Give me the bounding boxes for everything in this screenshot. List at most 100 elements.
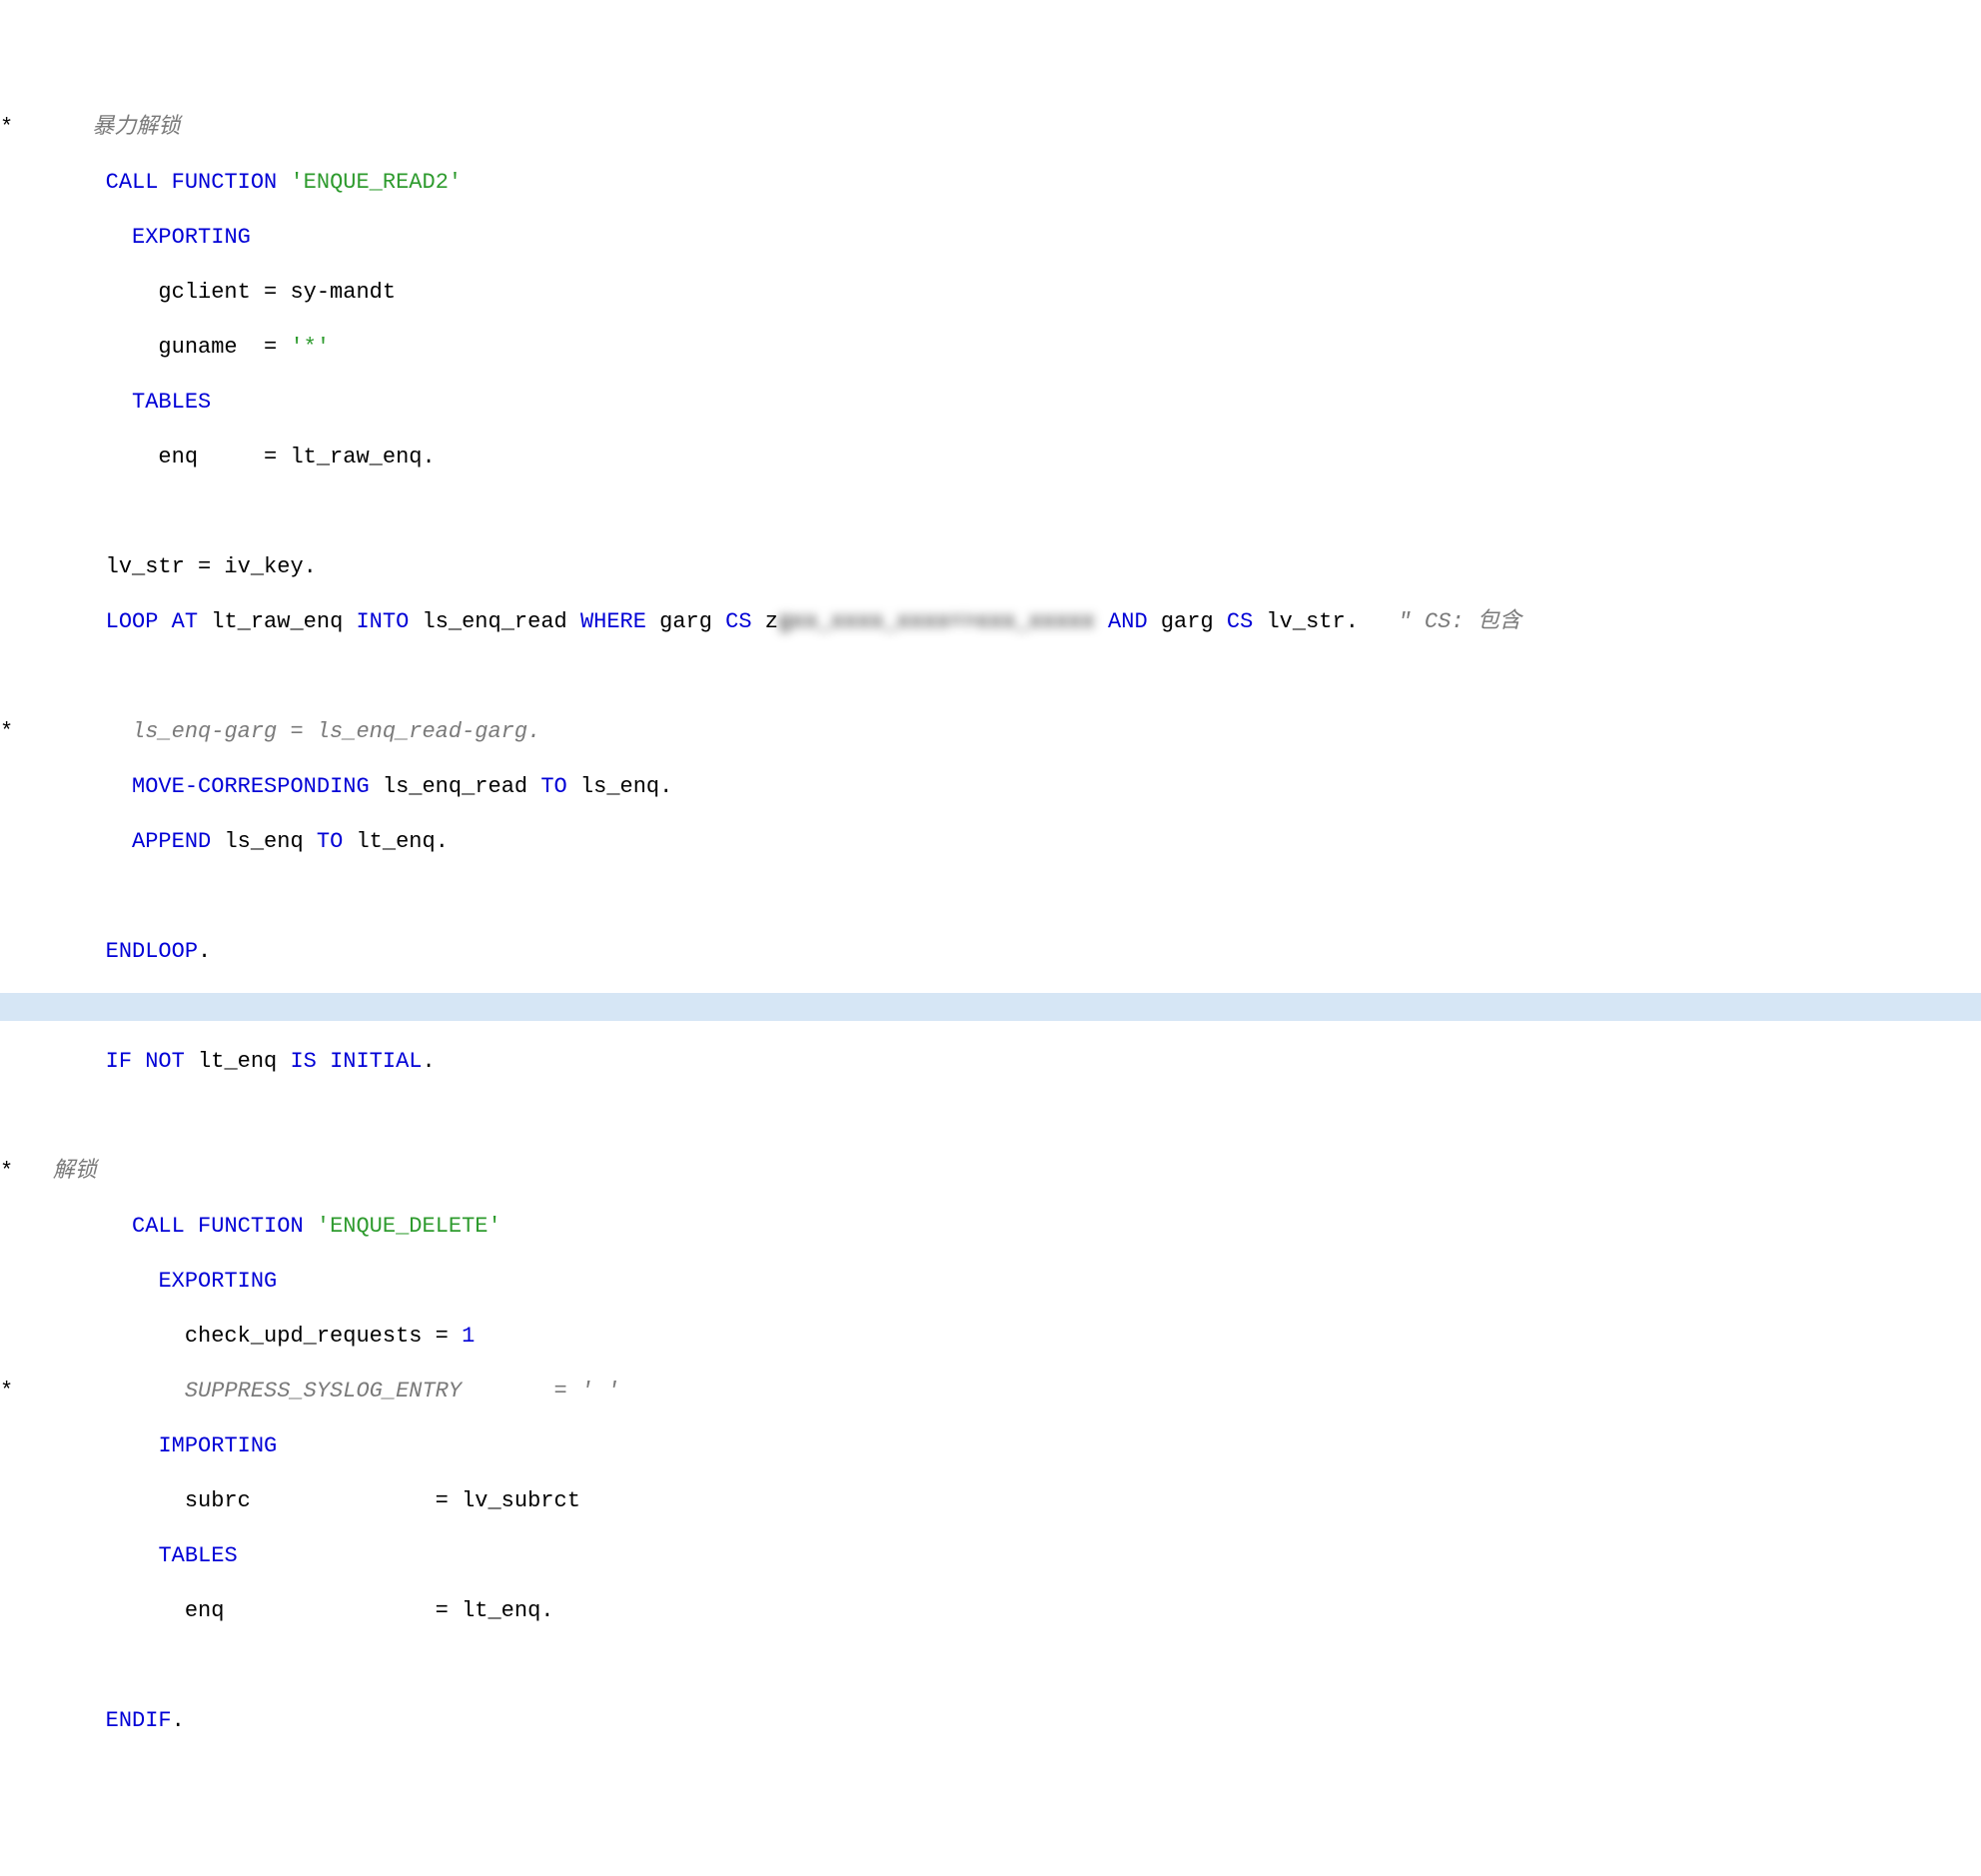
comment-text: SUPPRESS_SYSLOG_ENTRY = ' ' bbox=[13, 1379, 619, 1404]
code-text: ls_enq bbox=[211, 829, 317, 854]
redacted-code: gxx_xxxx_xxxx=>xxx_xxxxx bbox=[778, 609, 1095, 634]
comment-text: ls_enq-garg = ls_enq_read-garg. bbox=[13, 719, 540, 744]
keyword: IF NOT bbox=[106, 1049, 185, 1074]
code-line: guname = '*' bbox=[0, 334, 1981, 362]
number-literal: 1 bbox=[462, 1324, 475, 1349]
code-line bbox=[0, 883, 1981, 911]
indent bbox=[0, 170, 106, 195]
code-text: lt_enq. bbox=[343, 829, 449, 854]
keyword: TO bbox=[317, 829, 343, 854]
code-line: * 解锁 bbox=[0, 1158, 1981, 1186]
keyword: IS INITIAL bbox=[290, 1049, 422, 1074]
indent bbox=[0, 390, 132, 415]
code-line: LOOP AT lt_raw_enq INTO ls_enq_read WHER… bbox=[0, 608, 1981, 636]
comment-marker: * bbox=[0, 719, 13, 744]
keyword: TO bbox=[540, 774, 566, 799]
code-text: . bbox=[172, 1708, 185, 1733]
string-literal: 'ENQUE_DELETE' bbox=[304, 1214, 501, 1239]
code-line: ENDLOOP. bbox=[0, 938, 1981, 966]
comment-marker: * bbox=[0, 1379, 13, 1404]
keyword: CS bbox=[1227, 609, 1253, 634]
blank-line bbox=[0, 499, 13, 524]
blank-line bbox=[0, 664, 13, 689]
code-line: gclient = sy-mandt bbox=[0, 279, 1981, 307]
code-text: enq = lt_raw_enq. bbox=[0, 445, 436, 469]
code-text: ls_enq_read bbox=[409, 609, 580, 634]
keyword: TABLES bbox=[132, 390, 211, 415]
keyword: ENDLOOP bbox=[106, 939, 198, 964]
indent bbox=[0, 225, 132, 250]
code-text bbox=[1095, 609, 1108, 634]
keyword: TABLES bbox=[158, 1543, 237, 1568]
code-line: EXPORTING bbox=[0, 224, 1981, 252]
code-line: check_upd_requests = 1 bbox=[0, 1323, 1981, 1351]
code-line: TABLES bbox=[0, 389, 1981, 417]
comment-text: 解锁 bbox=[13, 1159, 97, 1184]
code-line: CALL FUNCTION 'ENQUE_DELETE' bbox=[0, 1213, 1981, 1241]
code-text: . bbox=[423, 1049, 436, 1074]
comment-marker: * bbox=[0, 1159, 13, 1184]
comment-marker: * bbox=[0, 115, 13, 140]
code-text: gclient = sy-mandt bbox=[0, 280, 396, 305]
indent bbox=[0, 1433, 158, 1458]
code-text: lv_str. bbox=[1253, 609, 1398, 634]
code-line: MOVE-CORRESPONDING ls_enq_read TO ls_enq… bbox=[0, 773, 1981, 801]
code-line: subrc = lv_subrct bbox=[0, 1487, 1981, 1515]
string-literal: 'ENQUE_READ2' bbox=[277, 170, 462, 195]
code-text: lt_enq bbox=[185, 1049, 291, 1074]
string-literal: '*' bbox=[290, 335, 330, 360]
code-text: ls_enq. bbox=[567, 774, 673, 799]
code-line: CALL FUNCTION 'ENQUE_READ2' bbox=[0, 169, 1981, 197]
code-line: * ls_enq-garg = ls_enq_read-garg. bbox=[0, 718, 1981, 746]
indent bbox=[0, 1214, 132, 1239]
indent bbox=[0, 939, 106, 964]
code-line: * SUPPRESS_SYSLOG_ENTRY = ' ' bbox=[0, 1378, 1981, 1406]
keyword: EXPORTING bbox=[132, 225, 251, 250]
code-text: lv_str = iv_key. bbox=[0, 554, 317, 579]
code-line: * 暴力解锁 bbox=[0, 114, 1981, 142]
code-line: ENDIF. bbox=[0, 1707, 1981, 1735]
code-line: EXPORTING bbox=[0, 1268, 1981, 1296]
blank-line bbox=[0, 1104, 13, 1129]
keyword: ENDIF bbox=[106, 1708, 172, 1733]
indent bbox=[0, 1543, 158, 1568]
keyword: AND bbox=[1108, 609, 1148, 634]
code-line bbox=[0, 1103, 1981, 1131]
code-text: enq = lt_enq. bbox=[0, 1598, 554, 1623]
code-line bbox=[0, 663, 1981, 691]
blank-line bbox=[0, 884, 13, 909]
code-text: lt_raw_enq bbox=[198, 609, 356, 634]
keyword: IMPORTING bbox=[158, 1433, 277, 1458]
code-text: garg bbox=[646, 609, 725, 634]
indent bbox=[0, 774, 132, 799]
code-text: guname = bbox=[0, 335, 290, 360]
indent bbox=[0, 829, 132, 854]
code-text: garg bbox=[1148, 609, 1227, 634]
code-text: z bbox=[752, 609, 778, 634]
indent bbox=[0, 609, 106, 634]
keyword: MOVE-CORRESPONDING bbox=[132, 774, 370, 799]
keyword: APPEND bbox=[132, 829, 211, 854]
indent bbox=[0, 1049, 106, 1074]
code-line: IMPORTING bbox=[0, 1432, 1981, 1460]
code-text: . bbox=[198, 939, 211, 964]
keyword: LOOP AT bbox=[106, 609, 198, 634]
code-text: subrc = lv_subrct bbox=[0, 1488, 580, 1513]
indent bbox=[0, 1708, 106, 1733]
code-line bbox=[0, 1652, 1981, 1680]
blank-line bbox=[0, 1653, 13, 1678]
code-line: TABLES bbox=[0, 1542, 1981, 1570]
code-line: enq = lt_raw_enq. bbox=[0, 444, 1981, 471]
code-line: lv_str = iv_key. bbox=[0, 553, 1981, 581]
code-line bbox=[0, 498, 1981, 526]
highlighted-line bbox=[0, 993, 1981, 1021]
keyword: CS bbox=[725, 609, 751, 634]
comment-text: " CS: 包含 bbox=[1399, 609, 1521, 634]
code-line: APPEND ls_enq TO lt_enq. bbox=[0, 828, 1981, 856]
keyword: EXPORTING bbox=[158, 1269, 277, 1294]
code-line: IF NOT lt_enq IS INITIAL. bbox=[0, 1048, 1981, 1076]
code-line: enq = lt_enq. bbox=[0, 1597, 1981, 1625]
keyword: WHERE bbox=[580, 609, 646, 634]
code-text: check_upd_requests = bbox=[0, 1324, 462, 1349]
keyword: CALL FUNCTION bbox=[106, 170, 278, 195]
